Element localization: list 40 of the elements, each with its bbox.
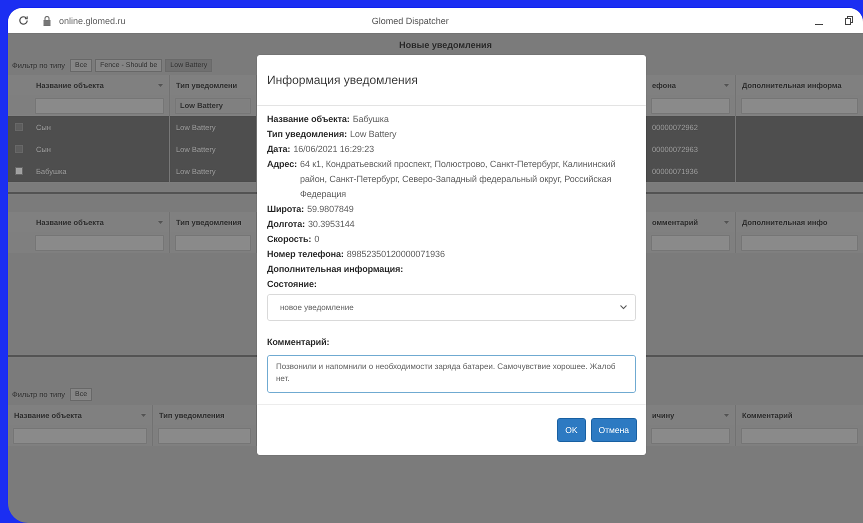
sort-icon[interactable]: [724, 84, 729, 86]
field-label: Комментарий:: [267, 336, 330, 349]
chevron-icon: [620, 305, 627, 310]
field-label: Название объекта:: [267, 113, 350, 126]
row-select-checkbox[interactable]: [15, 167, 23, 175]
sort-icon[interactable]: [158, 84, 163, 86]
sort-icon[interactable]: [724, 414, 729, 416]
state-dropdown[interactable]: новое уведомление: [267, 294, 636, 321]
field-label: Дополнительная информация:: [267, 263, 404, 276]
field-label: Долгота:: [267, 218, 306, 231]
field-value: Low Battery: [350, 128, 398, 141]
field-label: Дата:: [267, 143, 290, 156]
field-value: 30.3953144: [308, 218, 356, 231]
field-label: Тип уведомления:: [267, 128, 348, 141]
lock-icon: [43, 16, 51, 26]
field-label: Широта:: [267, 203, 304, 216]
url-text[interactable]: online.glomed.ru: [59, 16, 126, 26]
restore-icon[interactable]: [845, 16, 853, 25]
comment-field[interactable]: Позвонили и напомнили о необходимости заряда батареи. Самочувствие хорошее. Жалоб нет.: [267, 355, 636, 393]
field-label: Адрес:: [267, 158, 297, 171]
window-title: Glomed Dispatcher: [372, 16, 449, 26]
field-label: Скорость:: [267, 233, 312, 246]
field-value: 89852350120000071936: [346, 248, 446, 261]
reload-icon[interactable]: [18, 15, 29, 26]
field-value: 0: [314, 233, 320, 246]
sort-icon[interactable]: [158, 220, 163, 224]
dialog-title: Информация уведомления: [257, 55, 646, 106]
row-select-checkbox[interactable]: [15, 145, 23, 153]
cancel-button[interactable]: Отмена: [590, 418, 637, 442]
field-value: 16/06/2021 16:29:23: [293, 143, 376, 156]
field-value: 59.9807849: [307, 203, 355, 216]
sort-icon[interactable]: [141, 414, 146, 416]
page-title: Новые уведомления: [398, 39, 493, 52]
ok-button[interactable]: OK: [557, 418, 586, 442]
field-value: Бабушка: [352, 113, 390, 126]
field-label: Номер телефона:: [267, 248, 344, 261]
field-value: 64 к1, Кондратьевский проспект, Полюстрово, Санкт-Петербург, Калининский район, Санкт-Петербург, Северо-Западный федеральный округ, Российская Федерация: [300, 158, 617, 201]
sort-icon[interactable]: [724, 220, 729, 224]
field-label: Состояние:: [267, 278, 318, 291]
row-select-checkbox[interactable]: [15, 123, 23, 131]
